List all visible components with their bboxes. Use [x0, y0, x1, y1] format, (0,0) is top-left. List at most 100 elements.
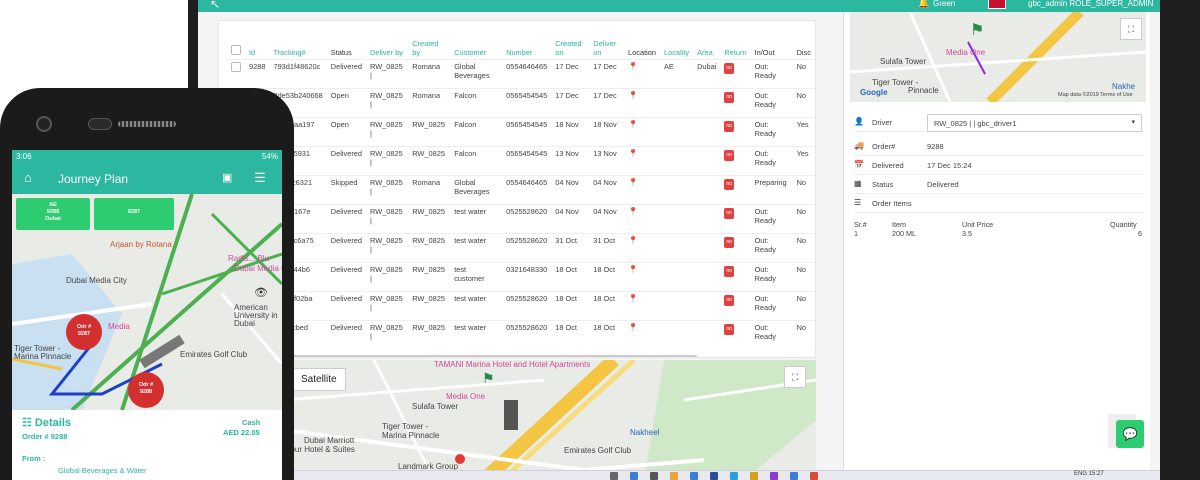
table-row[interactable]: 4abe3aa197 Open RW_0825 | RW_0825 Falcon 0565…	[227, 116, 815, 146]
column-header[interactable]: Created on	[551, 33, 589, 59]
phone-map-label-golf: Emirates Golf Club	[180, 350, 248, 359]
language-flag-icon[interactable]	[988, 0, 1006, 9]
fullscreen-icon[interactable]: ⛶	[784, 366, 806, 388]
select-all-checkbox[interactable]	[231, 44, 241, 55]
taskbar-app-icon[interactable]	[630, 472, 638, 480]
taskbar-app-icon[interactable]	[710, 472, 718, 480]
location-pin-icon[interactable]: 📍	[628, 207, 638, 216]
row-checkbox[interactable]	[231, 61, 241, 72]
satellite-toggle-button[interactable]: Satellite	[292, 368, 346, 391]
home-icon[interactable]: ⌂	[24, 170, 32, 185]
journey-stop-card[interactable]: 9287	[94, 198, 174, 230]
table-row[interactable]: 9fd12f167eDeliveredRW_0825 |RW_0825test …	[227, 203, 815, 233]
location-pin-icon[interactable]: 📍	[628, 323, 638, 332]
phone-map-label-media-g: Dubai Media G	[234, 264, 282, 273]
driver-select[interactable]: RW_0825 | | gbc_driver1 ▾	[927, 114, 1142, 132]
return-badge[interactable]: no	[724, 294, 734, 306]
column-header[interactable]: Disc	[793, 33, 815, 59]
table-cell	[660, 116, 694, 146]
chat-icon[interactable]: 💬	[1116, 420, 1144, 448]
location-pin-icon[interactable]: 📍	[628, 149, 638, 158]
table-cell	[660, 145, 694, 175]
table-row[interactable]: 9e3bc5931DeliveredRW_0825 |RW_0825Falcon…	[227, 145, 815, 175]
taskbar-app-icon[interactable]	[790, 472, 798, 480]
location-pin-icon[interactable]: 📍	[628, 294, 638, 303]
taskbar-app-icon[interactable]	[750, 472, 758, 480]
speaker-grille	[118, 121, 176, 127]
column-header[interactable]: Locality	[660, 33, 693, 59]
table-cell: 0554646465	[502, 58, 552, 88]
map-top-label-media-one: Media One	[946, 48, 986, 57]
column-header[interactable]: Deliver on	[589, 33, 624, 59]
column-header[interactable]: In/Out	[751, 33, 793, 59]
column-header[interactable]: Tracking#	[269, 33, 326, 59]
table-cell: Skipped	[326, 174, 367, 204]
return-badge[interactable]: no	[724, 120, 734, 132]
column-header[interactable]: Deliver by	[366, 33, 408, 59]
taskbar-app-icon[interactable]	[670, 472, 678, 480]
column-header[interactable]: Return	[720, 33, 750, 59]
return-badge[interactable]: no	[724, 178, 734, 190]
column-header[interactable]: Number	[502, 33, 551, 59]
column-header[interactable]: Customer	[450, 33, 502, 59]
eye-icon[interactable]: 👁	[254, 286, 268, 299]
order-pin-9288[interactable]: Odr # 9288	[128, 372, 164, 408]
table-cell: No	[792, 203, 815, 233]
taskbar-app-icon[interactable]	[650, 472, 658, 480]
bell-icon[interactable]: 🔔	[918, 0, 929, 9]
table-cell: 04 Nov	[589, 203, 625, 233]
table-cell: Dubai	[693, 58, 721, 88]
taskbar-app-icon[interactable]	[610, 472, 618, 480]
table-cell: test water	[450, 290, 503, 320]
return-badge[interactable]: no	[724, 149, 734, 161]
order-details-card: ☷ Details Order # 9288 Cash AED 22.05 Fr…	[12, 410, 282, 480]
location-cell: 📍	[624, 145, 660, 175]
table-cell: 13 Nov	[589, 145, 625, 175]
return-badge[interactable]: no	[724, 207, 734, 219]
column-header[interactable]: Status	[327, 33, 366, 59]
taskbar-app-icon[interactable]	[730, 472, 738, 480]
column-header[interactable]: Created by	[408, 33, 450, 59]
table-row[interactable]: a9c5d44b6DeliveredRW_0825 |RW_0825test c…	[227, 261, 815, 291]
table-row[interactable]: 9288 793d1f48620c Delivered RW_0825 | Romana…	[227, 58, 815, 88]
order-pin-9288-label: Odr #	[138, 382, 154, 388]
table-cell: Falcon	[450, 87, 503, 117]
user-menu[interactable]: gbc_admin ROLE_SUPER_ADMIN	[1028, 0, 1153, 8]
menu-icon[interactable]: ☰	[254, 170, 266, 186]
location-pin-icon[interactable]: 📍	[628, 120, 638, 129]
return-badge[interactable]: no	[724, 62, 734, 74]
table-cell: RW_0825	[408, 290, 451, 320]
column-header[interactable]: Id	[245, 33, 269, 59]
route-map-top[interactable]: ⚑ Media One Sulafa Tower Tiger Tower - P…	[850, 12, 1146, 102]
route-map-bottom[interactable]: Satellite ⛶ TAMANI Marina Hotel and Hote…	[284, 360, 816, 480]
theme-selector[interactable]: Green	[933, 0, 955, 8]
taskbar-app-icon[interactable]	[770, 472, 778, 480]
table-row[interactable]: dddfec6321SkippedRW_0825 |RomanaGlobal B…	[227, 174, 815, 204]
back-arrow-icon[interactable]: ↖	[210, 0, 220, 11]
map-icon[interactable]: ▣	[222, 171, 232, 184]
table-cell: Romana	[408, 87, 451, 117]
return-badge[interactable]: no	[724, 323, 734, 335]
table-horizontal-scrollbar[interactable]	[227, 355, 697, 357]
return-badge[interactable]: no	[724, 236, 734, 248]
table-row[interactable]: 92877de53b240668OpenRW_0825 |RomanaFalco…	[227, 87, 815, 117]
order-pin-9287[interactable]: Odr # 9287	[66, 314, 102, 350]
phone-journey-map[interactable]: AE 9288 Dubai 9287 Arjaan by Rotana Radis..…	[12, 194, 282, 410]
return-badge[interactable]: no	[724, 91, 734, 103]
location-pin-icon[interactable]: 📍	[628, 236, 638, 245]
location-pin-icon[interactable]: 📍	[628, 62, 638, 71]
fullscreen-icon-top[interactable]: ⛶	[1120, 18, 1142, 40]
return-badge[interactable]: no	[724, 265, 734, 277]
journey-stop-card[interactable]: AE 9288 Dubai	[16, 198, 90, 230]
table-row[interactable]: 7bf4acbedDeliveredRW_0825 |RW_0825test w…	[227, 319, 815, 349]
column-header[interactable]: Area	[693, 33, 720, 59]
location-pin-icon[interactable]: 📍	[628, 178, 638, 187]
table-row[interactable]: 133bcc6a75DeliveredRW_0825 |RW_0825test …	[227, 232, 815, 262]
column-header[interactable]: Location	[624, 33, 660, 59]
taskbar-app-icon[interactable]	[810, 472, 818, 480]
taskbar-app-icon[interactable]	[690, 472, 698, 480]
location-pin-icon[interactable]: 📍	[628, 265, 638, 274]
return-cell: no	[720, 319, 751, 349]
table-row[interactable]: 2aeabf02baDeliveredRW_0825 |RW_0825test …	[227, 290, 815, 320]
location-pin-icon[interactable]: 📍	[628, 91, 638, 100]
